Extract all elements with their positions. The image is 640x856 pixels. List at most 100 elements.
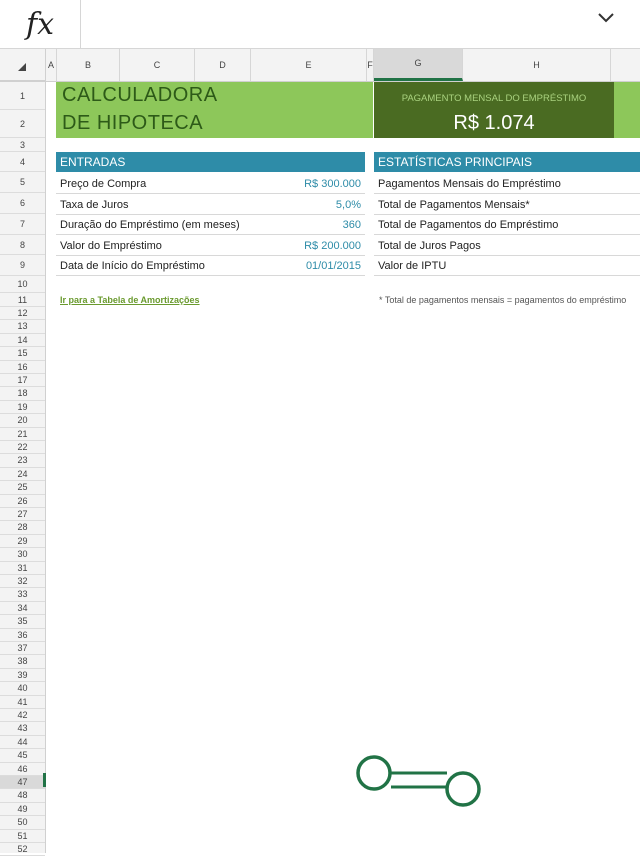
chevron-down-icon[interactable]: [590, 4, 622, 32]
column-header-g[interactable]: G: [374, 49, 463, 81]
column-header-h[interactable]: H: [463, 49, 611, 81]
selection-handle-icon[interactable]: [355, 755, 485, 810]
row-header-51[interactable]: 51: [0, 830, 45, 843]
row-header-4[interactable]: 4: [0, 152, 45, 172]
row-header-21[interactable]: 21: [0, 428, 45, 441]
input-label: Preço de Compra: [60, 178, 147, 190]
row-header-1[interactable]: 1: [0, 82, 45, 110]
stats-row: Pagamentos Mensais do Empréstimo: [374, 174, 640, 194]
row-header-12[interactable]: 12: [0, 307, 45, 321]
row-header-50[interactable]: 50: [0, 816, 45, 830]
inputs-header: ENTRADAS: [56, 152, 365, 172]
row-header-30[interactable]: 30: [0, 548, 45, 562]
stats-header: ESTATÍSTICAS PRINCIPAIS: [374, 152, 640, 172]
row-header-52[interactable]: 52: [0, 843, 45, 856]
title-line-2: DE HIPOTECA: [62, 112, 204, 134]
column-header-f[interactable]: F: [367, 49, 374, 81]
row-header-10[interactable]: 10: [0, 276, 45, 293]
row-header-3[interactable]: 3: [0, 138, 45, 152]
input-row: Duração do Empréstimo (em meses) 360: [56, 215, 365, 235]
input-row: Taxa de Juros 5,0%: [56, 195, 365, 215]
input-row: Preço de Compra R$ 300.000: [56, 174, 365, 194]
row-header-23[interactable]: 23: [0, 454, 45, 468]
row-header-31[interactable]: 31: [0, 562, 45, 575]
column-header-e[interactable]: E: [251, 49, 367, 81]
row-header-37[interactable]: 37: [0, 642, 45, 656]
row-header-17[interactable]: 17: [0, 374, 45, 388]
column-header-a[interactable]: A: [46, 49, 57, 81]
row-header-18[interactable]: 18: [0, 387, 45, 401]
row-header-41[interactable]: 41: [0, 696, 45, 709]
row-header-34[interactable]: 34: [0, 602, 45, 616]
row-header-33[interactable]: 33: [0, 588, 45, 602]
row-header-13[interactable]: 13: [0, 320, 45, 334]
row-header-29[interactable]: 29: [0, 535, 45, 549]
row-header-20[interactable]: 20: [0, 414, 45, 428]
input-row: Data de Início do Empréstimo 01/01/2015: [56, 256, 365, 276]
input-label: Valor do Empréstimo: [60, 240, 162, 252]
monthly-payment-value: R$ 1.074: [453, 112, 535, 134]
row-header-14[interactable]: 14: [0, 334, 45, 348]
row-header-6[interactable]: 6: [0, 193, 45, 214]
row-header-9[interactable]: 9: [0, 255, 45, 276]
input-label: Duração do Empréstimo (em meses): [60, 219, 240, 231]
row-header-2[interactable]: 2: [0, 110, 45, 138]
row-header-44[interactable]: 44: [0, 736, 45, 750]
amortization-link[interactable]: Ir para a Tabela de Amortizações: [60, 295, 200, 305]
row-header-43[interactable]: 43: [0, 722, 45, 736]
column-header-bar: A B C D E F G H: [0, 49, 640, 82]
row-header-11[interactable]: 11: [0, 293, 45, 307]
row-header-47[interactable]: 47: [0, 776, 45, 790]
title-band: CALCULADORA DE HIPOTECA: [56, 82, 373, 138]
input-label: Data de Início do Empréstimo: [60, 260, 205, 272]
stats-row: Total de Pagamentos do Empréstimo: [374, 215, 640, 235]
column-header-d[interactable]: D: [195, 49, 251, 81]
stats-label: Total de Pagamentos do Empréstimo: [378, 219, 559, 231]
input-value[interactable]: 01/01/2015: [306, 256, 361, 276]
active-row-marker: [43, 773, 46, 787]
stats-label: Pagamentos Mensais do Empréstimo: [378, 178, 561, 190]
row-header-38[interactable]: 38: [0, 655, 45, 669]
row-header-24[interactable]: 24: [0, 468, 45, 482]
row-header-19[interactable]: 19: [0, 401, 45, 415]
input-value[interactable]: 360: [343, 215, 361, 235]
row-header-7[interactable]: 7: [0, 214, 45, 235]
input-value[interactable]: 5,0%: [336, 195, 361, 215]
input-value[interactable]: R$ 300.000: [304, 174, 361, 194]
fx-icon[interactable]: fx: [0, 0, 81, 48]
row-header-15[interactable]: 15: [0, 347, 45, 361]
row-header-46[interactable]: 46: [0, 763, 45, 776]
row-header-49[interactable]: 49: [0, 803, 45, 817]
row-header-bar: 1 2 3 4 5 6 7 8 9 10 11 12 13 14 15 16 17 18 19 20 21 22 23 24 2…: [0, 82, 46, 856]
stats-row: Valor de IPTU: [374, 256, 640, 276]
footnote: * Total de pagamentos mensais = pagament…: [379, 295, 627, 305]
title-band-extension: [614, 82, 640, 138]
select-all-icon: [18, 63, 26, 71]
row-header-22[interactable]: 22: [0, 441, 45, 455]
row-header-16[interactable]: 16: [0, 361, 45, 374]
row-header-27[interactable]: 27: [0, 508, 45, 522]
formula-bar: [0, 0, 640, 49]
row-header-35[interactable]: 35: [0, 615, 45, 629]
input-label: Taxa de Juros: [60, 199, 129, 211]
monthly-payment-label: PAGAMENTO MENSAL DO EMPRÉSTIMO: [401, 93, 587, 104]
row-header-48[interactable]: 48: [0, 789, 45, 803]
stats-row: Total de Juros Pagos: [374, 236, 640, 256]
title-line-1: CALCULADORA: [62, 84, 218, 106]
stats-label: Total de Juros Pagos: [378, 240, 481, 252]
stats-label: Total de Pagamentos Mensais*: [378, 199, 530, 211]
row-header-28[interactable]: 28: [0, 521, 45, 535]
row-header-39[interactable]: 39: [0, 669, 45, 683]
column-header-c[interactable]: C: [120, 49, 195, 81]
row-header-8[interactable]: 8: [0, 235, 45, 255]
input-value[interactable]: R$ 200.000: [304, 236, 361, 256]
row-header-45[interactable]: 45: [0, 749, 45, 763]
row-header-42[interactable]: 42: [0, 709, 45, 723]
row-header-32[interactable]: 32: [0, 575, 45, 589]
column-header-b[interactable]: B: [57, 49, 120, 81]
row-header-25[interactable]: 25: [0, 481, 45, 495]
row-header-26[interactable]: 26: [0, 495, 45, 508]
row-header-36[interactable]: 36: [0, 629, 45, 642]
row-header-40[interactable]: 40: [0, 682, 45, 696]
row-header-5[interactable]: 5: [0, 172, 45, 193]
